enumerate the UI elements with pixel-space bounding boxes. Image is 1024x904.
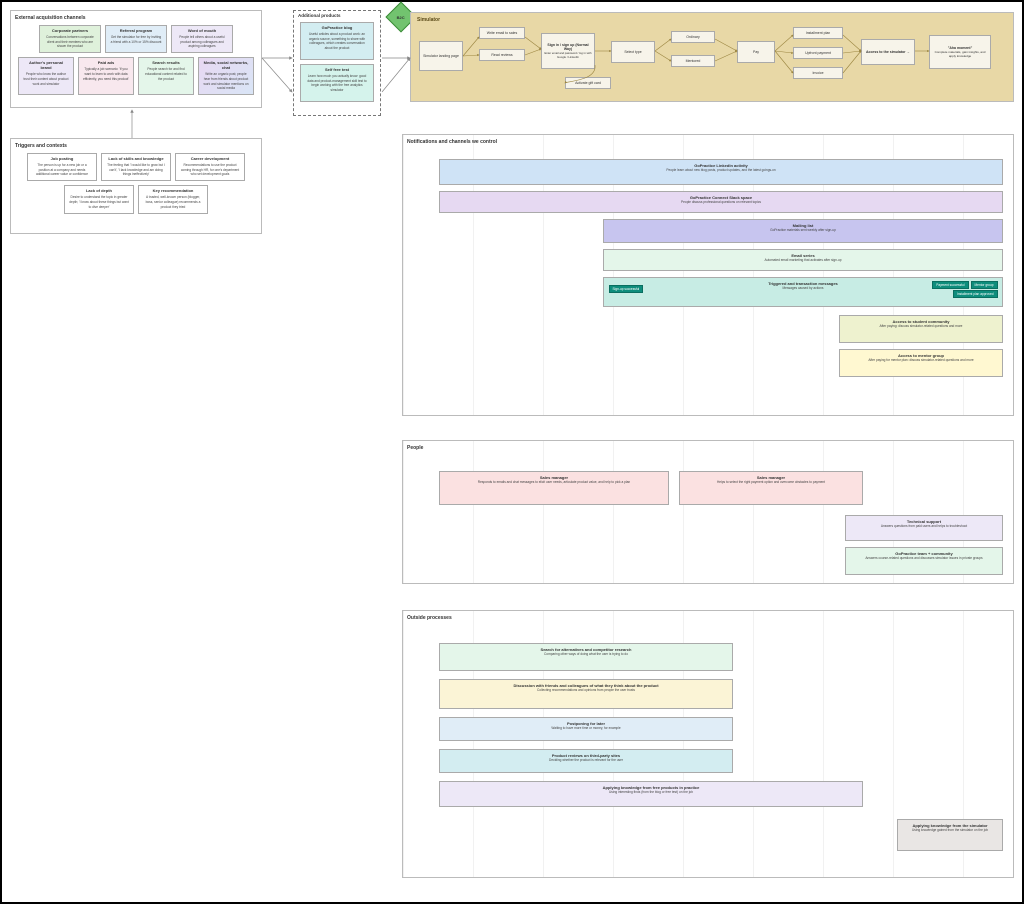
node-ordinary: Ordinary: [671, 31, 715, 43]
node-installment: Installment plan: [793, 27, 843, 39]
node-email-sales: Write email to sales: [479, 27, 525, 39]
card-corp-partners: Corporate partners Conversations between…: [39, 25, 101, 53]
section-title: People: [407, 445, 1009, 451]
lane-apply-free: Applying knowledge from free products in…: [439, 781, 863, 807]
chip-mentor: Mentor group: [971, 281, 998, 289]
node-access: Access to the simulator →: [861, 39, 915, 65]
card-job-posting: Job posting The person is up for a new j…: [27, 153, 97, 181]
node-select-type: Select type: [611, 41, 655, 63]
card-lack-skills: Lack of skills and knowledge The feeling…: [101, 153, 171, 181]
lane-tech-support: Technical support Answers questions from…: [845, 515, 1003, 541]
node-pay: Pay: [737, 41, 775, 63]
section-additional-products: Additional products GoPractice blog Usef…: [293, 10, 381, 116]
card-career-dev: Career development Recommendations to us…: [175, 153, 245, 181]
card-media-social: Media, social networks, chat Write an or…: [198, 57, 254, 95]
node-sign-in: Sign in / sign up (Normal Way) Enter ema…: [541, 33, 595, 69]
section-title: Simulator: [417, 17, 1007, 23]
chip-signup: Sign-up successful: [609, 285, 644, 293]
node-landing: Simulator landing page: [419, 41, 463, 71]
section-notifications: Notifications and channels we control Go…: [402, 134, 1014, 416]
lane-mailing: Mailing list GoPractice materials sent w…: [603, 219, 1003, 243]
node-read-reviews: Read reviews: [479, 49, 525, 61]
lane-postpone: Postponing for later Waiting to have mor…: [439, 717, 733, 741]
lane-linkedin: GoPractice LinkedIn activity People lear…: [439, 159, 1003, 185]
lane-triggered: Triggered and transaction messages Messa…: [603, 277, 1003, 307]
lane-community: GoPractice team + community Answers cour…: [845, 547, 1003, 575]
diamond-b2c: B2C: [390, 6, 412, 28]
chip-install: Installment plan approved: [953, 290, 998, 298]
section-outside: Outside processes Search for alternative…: [402, 610, 1014, 878]
chip-payment: Payment successful: [932, 281, 968, 289]
section-title: External acquisition channels: [15, 15, 257, 21]
section-title: Triggers and contexts: [15, 143, 257, 149]
node-gift-card: Activate gift card: [565, 77, 611, 89]
section-title: Outside processes: [407, 615, 1009, 621]
card-referral: Referral program Get the simulator for f…: [105, 25, 167, 53]
cjm-canvas: External acquisition channels Corporate …: [0, 0, 1024, 904]
lane-slack: GoPractice Connect Slack space People di…: [439, 191, 1003, 213]
node-invoice: Invoice: [793, 67, 843, 79]
lane-search-alt: Search for alternatives and competitor r…: [439, 643, 733, 671]
lane-discuss: Discussion with friends and colleagues o…: [439, 679, 733, 709]
lane-sales-2: Sales manager Helps to select the right …: [679, 471, 863, 505]
section-external-channels: External acquisition channels Corporate …: [10, 10, 262, 108]
card-lack-depth: Lack of depth Desire to understand the t…: [64, 185, 134, 213]
card-search-results: Search results People search for and fin…: [138, 57, 194, 95]
lane-mentor-group: Access to mentor group After paying for …: [839, 349, 1003, 377]
lane-sales-1: Sales manager Responds to emails and cha…: [439, 471, 669, 505]
lane-emailseries: Email series Automated email marketing t…: [603, 249, 1003, 271]
section-title: Additional products: [298, 13, 376, 18]
lane-apply-sim: Applying knowledge from the simulator Us…: [897, 819, 1003, 851]
section-triggers: Triggers and contexts Job posting The pe…: [10, 138, 262, 234]
card-key-rec: Key recommendation A trusted, well-known…: [138, 185, 208, 213]
card-paid-ads: Paid ads Typically a job scenario: 'If y…: [78, 57, 134, 95]
lane-reviews: Product reviews on third-party sites Dec…: [439, 749, 733, 773]
section-people: People Sales manager Responds to emails …: [402, 440, 1014, 584]
section-simulator: Simulator Simulator landing page Write e…: [410, 12, 1014, 102]
node-aha: "Aha moment" Complete materials, gain in…: [929, 35, 991, 69]
lane-student-community: Access to student community After paying…: [839, 315, 1003, 343]
node-upfront: Upfront payment: [793, 47, 843, 59]
card-blog: GoPractice blog Useful articles about a …: [300, 22, 374, 60]
node-mentored: Mentored: [671, 55, 715, 67]
card-self-test: Self free test Learn how much you actual…: [300, 64, 374, 102]
card-author-brand: Author's personal brand People who know …: [18, 57, 74, 95]
card-wom: Word of mouth People tell others about a…: [171, 25, 233, 53]
section-title: Notifications and channels we control: [407, 139, 1009, 145]
